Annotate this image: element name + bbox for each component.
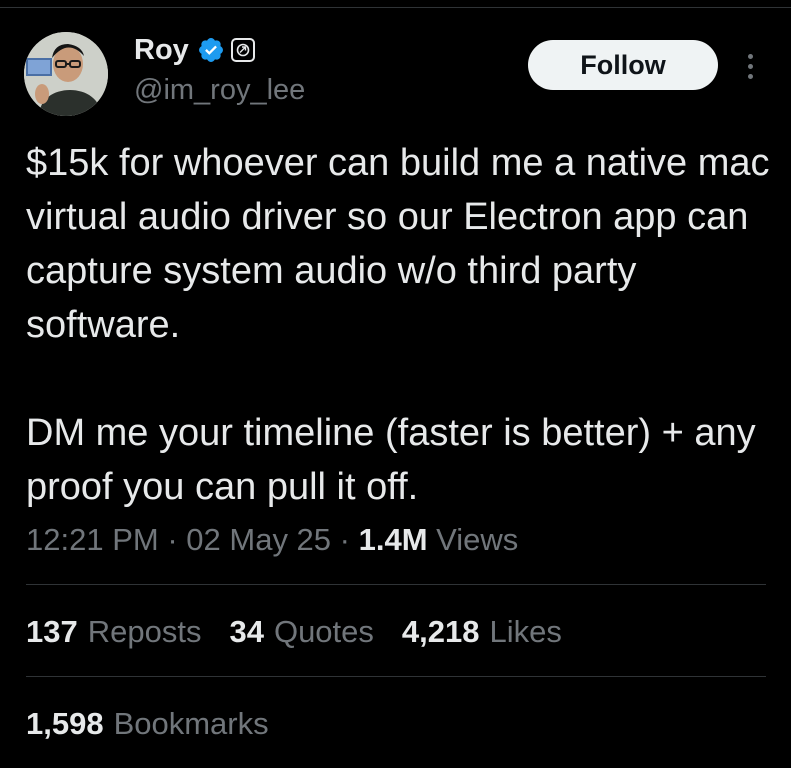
affiliate-logo-icon: [236, 43, 250, 57]
author-name-row: Roy: [134, 32, 255, 68]
author-handle[interactable]: @im_roy_lee: [134, 72, 305, 108]
quotes-count: 34: [229, 614, 264, 649]
tweet-paragraph: $15k for whoever can build me a native m…: [26, 142, 770, 346]
tweet-time[interactable]: 12:21 PM: [26, 522, 159, 557]
likes-stat[interactable]: 4,218 Likes: [402, 612, 562, 652]
meta-separator: ·: [167, 522, 178, 557]
quotes-stat[interactable]: 34 Quotes: [229, 612, 373, 652]
verified-badge-icon[interactable]: [197, 36, 225, 64]
tweet-date[interactable]: 02 May 25: [186, 522, 331, 557]
engagement-stats: 137 Reposts 34 Quotes 4,218 Likes: [26, 612, 590, 652]
views-label: Views: [436, 522, 519, 557]
tweet-text: $15k for whoever can build me a native m…: [26, 136, 771, 514]
bookmarks-label: Bookmarks: [113, 706, 269, 741]
tweet-meta: 12:21 PM · 02 May 25 · 1.4M Views: [26, 520, 518, 560]
dot: [747, 53, 753, 59]
top-divider: [0, 7, 791, 8]
tweet-paragraph: DM me your timeline (faster is better) +…: [26, 412, 756, 508]
avatar-photo: [24, 32, 108, 116]
quotes-label: Quotes: [273, 614, 374, 649]
author-display-name[interactable]: Roy: [134, 32, 189, 68]
follow-button[interactable]: Follow: [528, 40, 718, 90]
meta-separator: ·: [339, 522, 350, 557]
more-options-icon[interactable]: [740, 48, 760, 84]
reposts-count: 137: [26, 614, 78, 649]
likes-count: 4,218: [401, 614, 480, 649]
avatar[interactable]: [24, 32, 108, 116]
views-count: 1.4M: [358, 522, 428, 557]
divider: [26, 676, 766, 677]
divider: [26, 584, 766, 585]
dot: [747, 73, 753, 79]
affiliate-badge-icon[interactable]: [230, 38, 255, 62]
reposts-stat[interactable]: 137 Reposts: [26, 612, 201, 652]
likes-label: Likes: [489, 614, 562, 649]
dot: [747, 63, 753, 69]
bookmarks-stat[interactable]: 1,598 Bookmarks: [26, 704, 269, 744]
bookmarks-count: 1,598: [26, 706, 104, 741]
reposts-label: Reposts: [87, 614, 202, 649]
